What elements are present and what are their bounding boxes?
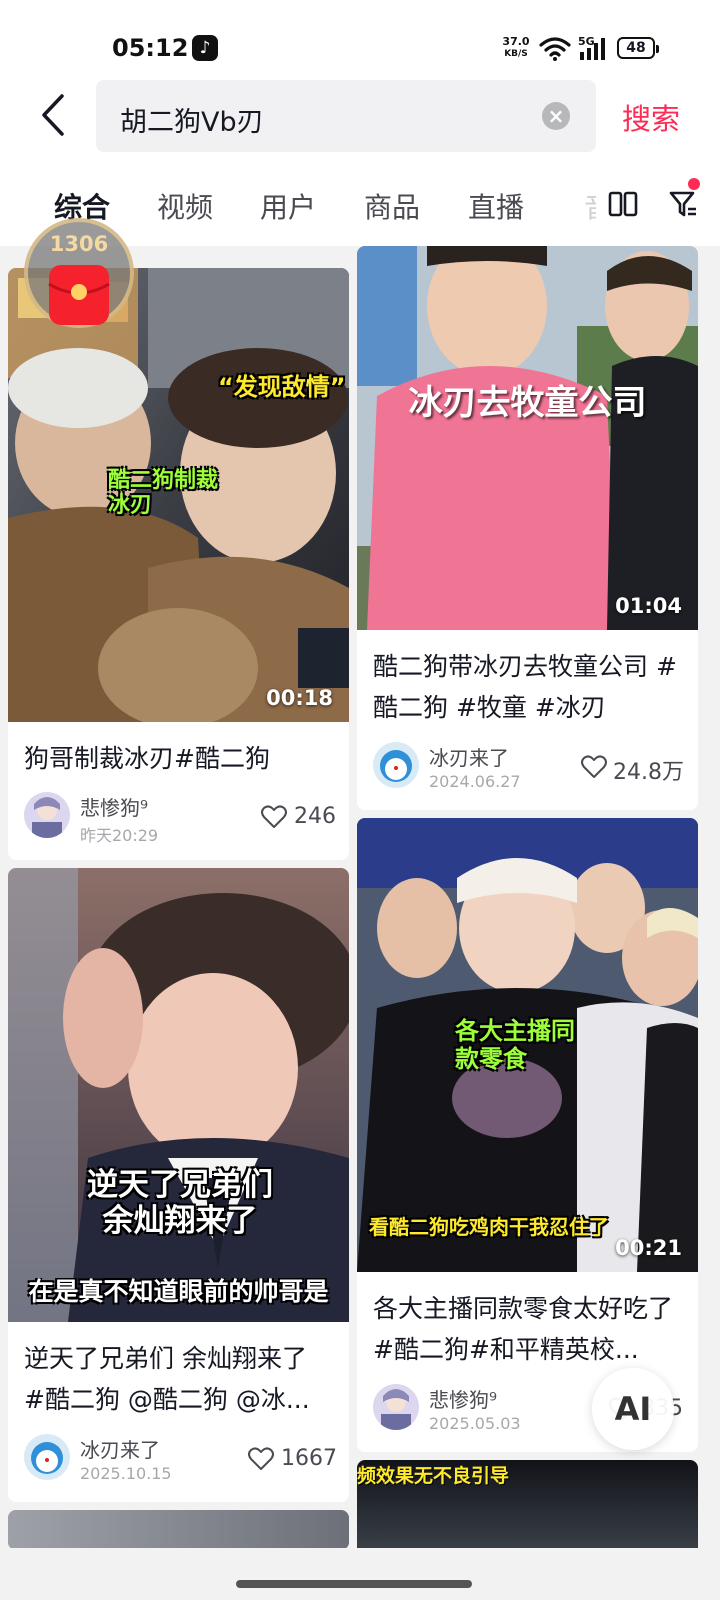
video-card[interactable]: 逆天了兄弟们 余灿翔来了 在是真不知道眼前的帅哥是 逆天了兄弟们 余灿翔来了 #… bbox=[8, 868, 349, 1502]
battery-level: 48 bbox=[626, 40, 646, 56]
wifi-icon bbox=[539, 37, 571, 61]
tiktok-notification-icon: ♪ bbox=[192, 35, 218, 61]
video-duration: 00:21 bbox=[615, 1236, 682, 1260]
tab-video[interactable]: 视频 bbox=[157, 186, 213, 226]
avatar[interactable] bbox=[24, 792, 70, 838]
search-header: 胡二狗Vb刃 × 搜索 bbox=[0, 80, 720, 166]
video-thumbnail[interactable]: 冰刃去牧童公司 01:04 bbox=[357, 246, 698, 630]
tab-users[interactable]: 用户 bbox=[260, 186, 316, 226]
post-date: 2025.10.15 bbox=[80, 1464, 172, 1483]
tab-products[interactable]: 商品 bbox=[364, 186, 420, 226]
post-date: 2024.06.27 bbox=[429, 772, 521, 791]
search-input[interactable]: 胡二狗Vb刃 × bbox=[96, 80, 596, 152]
thumbnail-image bbox=[357, 246, 698, 630]
author-name[interactable]: 冰刃来了 bbox=[80, 1434, 160, 1463]
video-thumbnail[interactable]: 逆天了兄弟们 余灿翔来了 在是真不知道眼前的帅哥是 bbox=[8, 868, 349, 1322]
thumbnail-caption: 酷二狗制裁 冰刃 bbox=[108, 468, 219, 519]
filter-icon[interactable] bbox=[668, 188, 698, 220]
heart-icon[interactable] bbox=[261, 805, 287, 829]
thumbnail-caption: 各大主播同 款零食 bbox=[455, 1017, 575, 1073]
video-thumbnail[interactable]: 各大主播同 款零食 看酷二狗吃鸡肉干我忍住了 00:21 bbox=[357, 818, 698, 1272]
video-title[interactable]: 酷二狗带冰刃去牧童公司 #酷二狗 #牧童 #冰刃 bbox=[373, 646, 684, 728]
battery-icon: 48 bbox=[617, 37, 659, 59]
thumbnail-caption: 在是真不知道眼前的帅哥是 bbox=[28, 1278, 329, 1306]
heart-icon[interactable] bbox=[581, 755, 607, 779]
video-thumbnail[interactable] bbox=[8, 1510, 349, 1550]
post-date: 昨天20:29 bbox=[80, 826, 159, 845]
video-card[interactable]: 频效果无不良引导 bbox=[357, 1460, 698, 1550]
video-card[interactable]: “发现敌情” 酷二狗制裁 冰刃 00:18 狗哥制裁冰刃#酷二狗 悲惨狗⁹ 昨天… bbox=[8, 268, 349, 860]
video-title[interactable]: 逆天了兄弟们 余灿翔来了 #酷二狗 @酷二狗 @冰... bbox=[24, 1338, 335, 1420]
search-button[interactable]: 搜索 bbox=[622, 96, 680, 138]
author-name[interactable]: 悲惨狗⁹ bbox=[80, 792, 148, 821]
video-title[interactable]: 各大主播同款零食太好吃了#酷二狗#和平精英校... bbox=[373, 1288, 684, 1370]
red-packet-count: 1306 bbox=[49, 232, 109, 256]
layout-toggle-icon[interactable] bbox=[608, 190, 638, 218]
video-duration: 00:18 bbox=[266, 686, 333, 710]
author-name[interactable]: 冰刃来了 bbox=[429, 742, 509, 771]
video-card[interactable]: 冰刃去牧童公司 01:04 酷二狗带冰刃去牧童公司 #酷二狗 #牧童 #冰刃 冰… bbox=[357, 246, 698, 810]
network-speed-value: 37.0 bbox=[502, 35, 530, 48]
like-count: 1667 bbox=[281, 1446, 337, 1471]
red-envelope-icon[interactable] bbox=[46, 262, 112, 328]
avatar[interactable] bbox=[373, 742, 419, 788]
network-speed-unit: KB/S bbox=[504, 49, 528, 59]
home-indicator[interactable] bbox=[236, 1580, 472, 1588]
clear-icon[interactable]: × bbox=[542, 102, 570, 130]
network-speed: 37.0 KB/S bbox=[500, 36, 532, 60]
like-count: 24.8万 bbox=[613, 760, 684, 785]
status-time: 05:12 bbox=[112, 34, 189, 62]
heart-icon[interactable] bbox=[248, 1447, 274, 1471]
thumbnail-image bbox=[8, 868, 349, 1322]
search-results-screen: 05:12 ♪ 37.0 KB/S 5G 48 胡二狗Vb刃 × 搜索 综合 视… bbox=[0, 0, 720, 1600]
video-thumbnail[interactable]: “发现敌情” 酷二狗制裁 冰刃 00:18 bbox=[8, 268, 349, 722]
ai-assistant-button[interactable]: AI bbox=[592, 1368, 674, 1450]
like-count: 246 bbox=[294, 804, 336, 829]
thumbnail-caption: 逆天了兄弟们 余灿翔来了 bbox=[87, 1167, 273, 1239]
bottom-gesture-area bbox=[0, 1548, 720, 1600]
status-bar: 05:12 ♪ 37.0 KB/S 5G 48 bbox=[0, 0, 720, 80]
tab-live[interactable]: 直播 bbox=[468, 186, 524, 226]
video-card[interactable]: 各大主播同 款零食 看酷二狗吃鸡肉干我忍住了 00:21 各大主播同款零食太好吃… bbox=[357, 818, 698, 1452]
thumbnail-caption: 频效果无不良引导 bbox=[357, 1465, 510, 1487]
thumbnail-caption: “发现敌情” bbox=[218, 373, 346, 401]
video-duration: 01:04 bbox=[615, 594, 682, 618]
avatar[interactable] bbox=[24, 1434, 70, 1480]
tab-more-partial[interactable]: 音 bbox=[584, 186, 596, 226]
author-name[interactable]: 悲惨狗⁹ bbox=[429, 1384, 497, 1413]
search-query-text[interactable]: 胡二狗Vb刃 bbox=[120, 100, 264, 139]
video-title[interactable]: 狗哥制裁冰刃#酷二狗 bbox=[24, 738, 335, 779]
video-thumbnail[interactable]: 频效果无不良引导 bbox=[357, 1460, 698, 1550]
filter-badge-dot bbox=[688, 178, 700, 190]
video-card[interactable] bbox=[8, 1510, 349, 1550]
back-arrow-icon[interactable] bbox=[36, 92, 72, 138]
thumbnail-caption: 冰刃去牧童公司 bbox=[408, 383, 647, 423]
cellular-signal-icon: 5G bbox=[578, 35, 605, 60]
avatar[interactable] bbox=[373, 1384, 419, 1430]
network-type: 5G bbox=[578, 35, 595, 48]
thumbnail-caption: 看酷二狗吃鸡肉干我忍住了 bbox=[369, 1215, 609, 1239]
post-date: 2025.05.03 bbox=[429, 1414, 521, 1433]
